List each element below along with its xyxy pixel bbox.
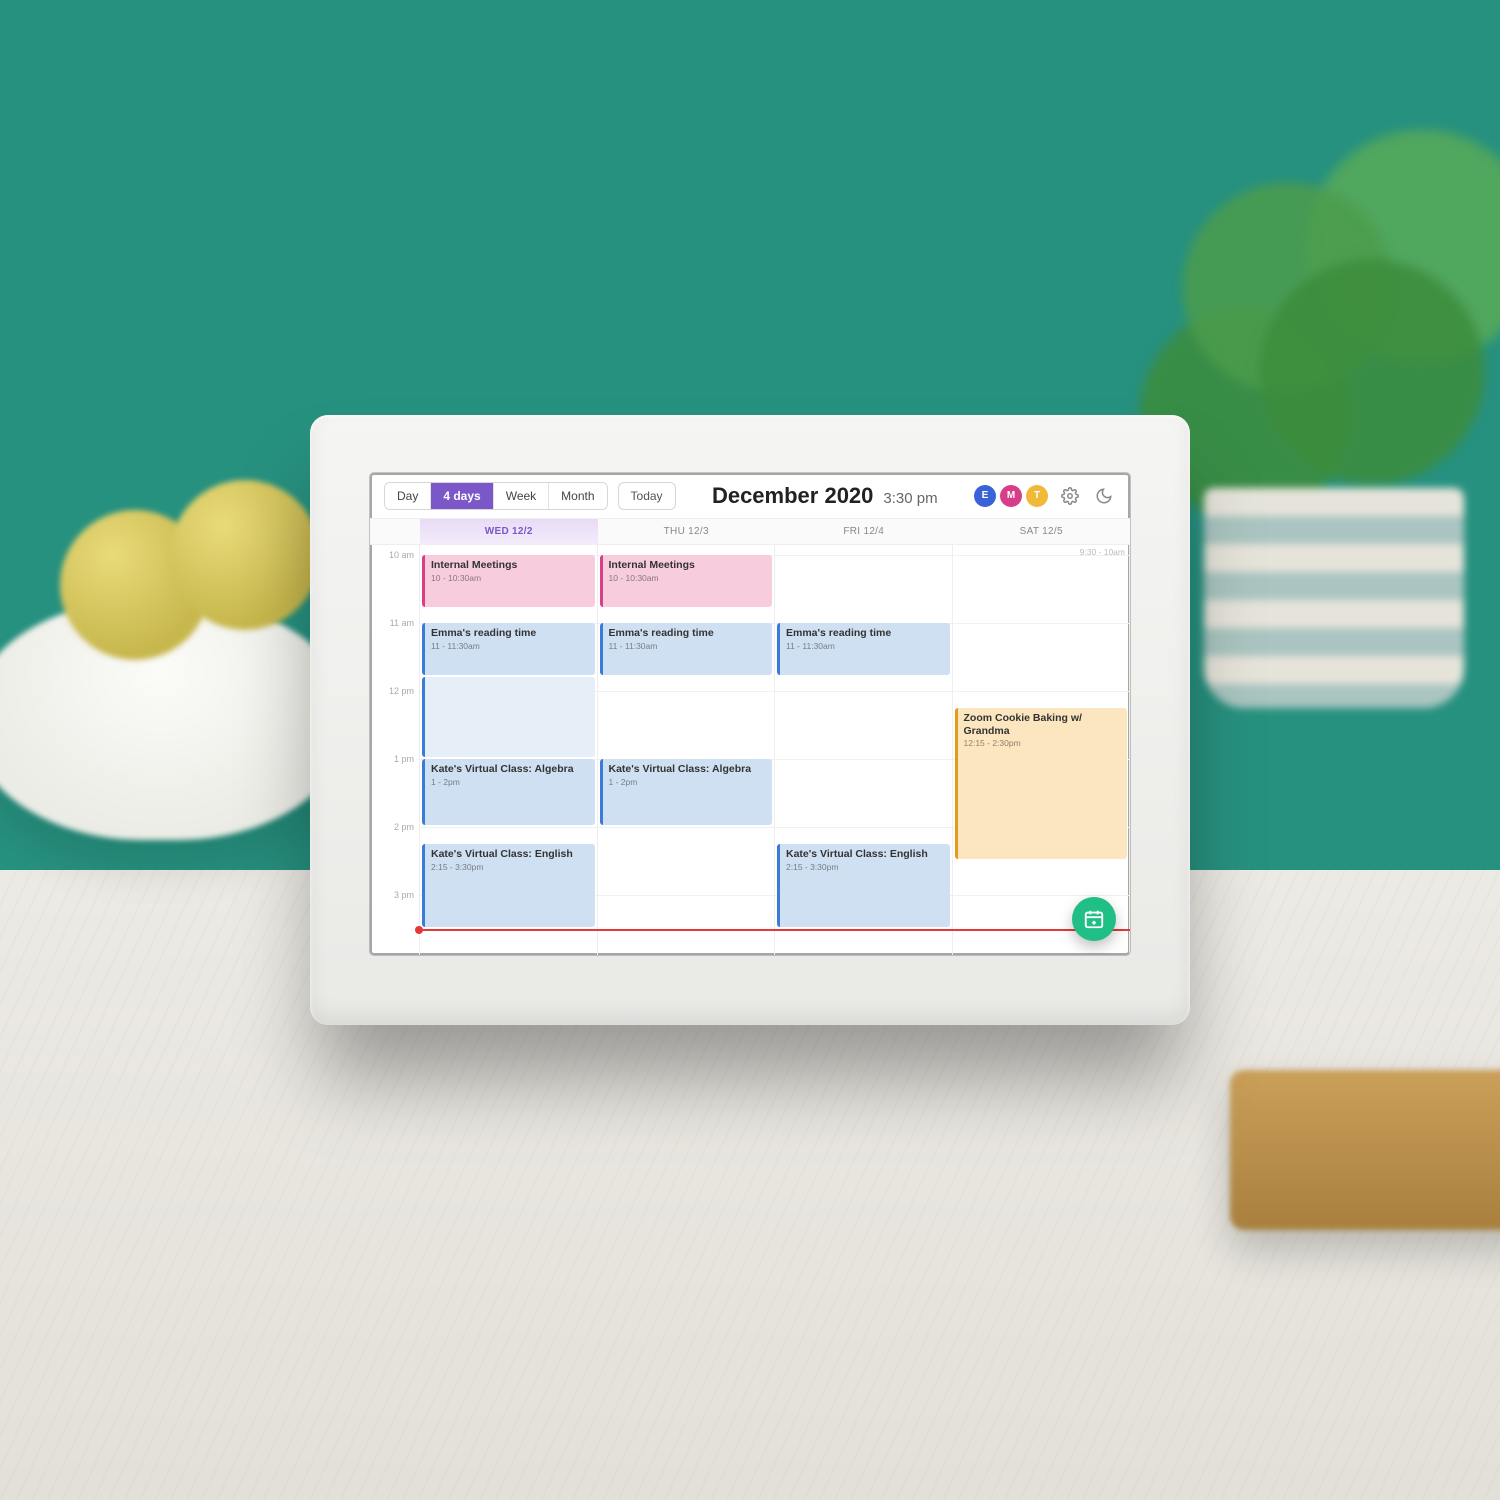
calendar-event[interactable]: Emma's reading time11 - 11:30am (600, 623, 773, 675)
calendar-grid[interactable]: 10 am 11 am 12 pm 1 pm 2 pm 3 pm Internal Mee… (370, 545, 1130, 955)
view-4days[interactable]: 4 days (431, 483, 493, 509)
event-time: 11 - 11:30am (786, 641, 944, 651)
hour-line (953, 895, 1130, 896)
event-title: Internal Meetings (609, 559, 767, 572)
hour-line (953, 623, 1130, 624)
hour-label: 12 pm (370, 686, 420, 696)
event-time: 2:15 - 3:30pm (431, 862, 589, 872)
day-header-0[interactable]: WED 12/2 (420, 519, 598, 544)
hour-line (775, 759, 952, 760)
hour-label: 10 am (370, 550, 420, 560)
hour-line (598, 895, 775, 896)
view-switch: Day 4 days Week Month (384, 482, 608, 510)
view-day[interactable]: Day (385, 483, 431, 509)
day-column-3[interactable]: 9:30 - 10am Zoom Cookie Baking w/ Grandm… (953, 545, 1131, 955)
add-event-fab[interactable] (1072, 897, 1116, 941)
hour-line (953, 555, 1130, 556)
device-frame: Day 4 days Week Month Today December 202… (310, 415, 1190, 1025)
view-week[interactable]: Week (494, 483, 549, 509)
event-time: 11 - 11:30am (609, 641, 767, 651)
calendar-event[interactable]: Kate's Virtual Class: English2:15 - 3:30… (777, 844, 950, 927)
event-title: Kate's Virtual Class: English (431, 848, 589, 861)
hour-line (953, 691, 1130, 692)
calendar-event[interactable]: Internal Meetings10 - 10:30am (600, 555, 773, 607)
calendar-event[interactable]: Kate's Virtual Class: English2:15 - 3:30… (422, 844, 595, 927)
hour-label: 1 pm (370, 754, 420, 764)
calendar-event[interactable]: Emma's reading time11 - 11:30am (422, 623, 595, 675)
calendar-event[interactable]: Kate's Virtual Class: Algebra1 - 2pm (422, 759, 595, 825)
calendar-event[interactable] (422, 677, 595, 757)
gear-icon[interactable] (1058, 484, 1082, 508)
moon-icon[interactable] (1092, 484, 1116, 508)
hour-line (775, 691, 952, 692)
today-button[interactable]: Today (618, 482, 676, 510)
current-time: 3:30 pm (883, 490, 937, 507)
member-avatars: E M T (974, 485, 1048, 507)
avatar-m[interactable]: M (1000, 485, 1022, 507)
day-header-1[interactable]: THU 12/3 (598, 519, 776, 544)
view-month[interactable]: Month (549, 483, 606, 509)
day-header-2[interactable]: FRI 12/4 (775, 519, 953, 544)
calendar-event[interactable]: Internal Meetings10 - 10:30am (422, 555, 595, 607)
hour-label: 2 pm (370, 822, 420, 832)
day-column-2[interactable]: Emma's reading time11 - 11:30am Kate's Vi… (775, 545, 953, 955)
now-indicator (420, 929, 1130, 931)
event-title: Kate's Virtual Class: Algebra (431, 763, 589, 776)
event-time: 11 - 11:30am (431, 641, 589, 651)
event-title: Internal Meetings (431, 559, 589, 572)
event-title: Emma's reading time (786, 627, 944, 640)
hour-label: 3 pm (370, 890, 420, 900)
calendar-screen: Day 4 days Week Month Today December 202… (370, 473, 1130, 955)
event-title: Kate's Virtual Class: Algebra (609, 763, 767, 776)
day-column-1[interactable]: Internal Meetings10 - 10:30am Emma's read… (598, 545, 776, 955)
calendar-event[interactable]: Zoom Cookie Baking w/ Grandma12:15 - 2:3… (955, 708, 1128, 859)
event-time: 10 - 10:30am (609, 573, 767, 583)
event-time: 1 - 2pm (609, 777, 767, 787)
avatar-e[interactable]: E (974, 485, 996, 507)
hour-line (598, 827, 775, 828)
hour-label: 11 am (370, 618, 420, 628)
event-time: 2:15 - 3:30pm (786, 862, 944, 872)
topbar: Day 4 days Week Month Today December 202… (370, 473, 1130, 519)
avatar-t[interactable]: T (1026, 485, 1048, 507)
title: December 2020 3:30 pm (686, 483, 964, 509)
day-headers: WED 12/2 THU 12/3 FRI 12/4 SAT 12/5 (370, 519, 1130, 545)
day-header-3[interactable]: SAT 12/5 (953, 519, 1131, 544)
calendar-event[interactable]: Kate's Virtual Class: Algebra1 - 2pm (600, 759, 773, 825)
event-title: Kate's Virtual Class: English (786, 848, 944, 861)
event-time: 10 - 10:30am (431, 573, 589, 583)
hour-line (775, 827, 952, 828)
event-title: Emma's reading time (431, 627, 589, 640)
hour-line (598, 691, 775, 692)
event-time: 1 - 2pm (431, 777, 589, 787)
month-title: December 2020 (712, 483, 873, 509)
event-title: Zoom Cookie Baking w/ Grandma (964, 712, 1122, 737)
time-gutter: 10 am 11 am 12 pm 1 pm 2 pm 3 pm (370, 545, 420, 955)
hour-line (775, 555, 952, 556)
day-column-0[interactable]: Internal Meetings10 - 10:30am Emma's read… (420, 545, 598, 955)
event-title: Emma's reading time (609, 627, 767, 640)
event-time: 12:15 - 2:30pm (964, 738, 1122, 748)
hour-line (420, 827, 597, 828)
calendar-event[interactable]: Emma's reading time11 - 11:30am (777, 623, 950, 675)
